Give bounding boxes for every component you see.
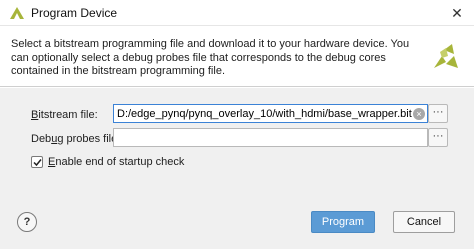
title-bar: Program Device ✕ bbox=[0, 0, 474, 26]
description-text: Select a bitstream programming file and … bbox=[11, 38, 410, 77]
debug-probes-file-input[interactable] bbox=[113, 128, 428, 147]
startup-check-label[interactable]: Enable end of startup check bbox=[48, 156, 184, 168]
help-icon: ? bbox=[23, 216, 31, 228]
startup-check-checkbox[interactable] bbox=[31, 156, 43, 168]
xilinx-logo-icon bbox=[434, 44, 458, 68]
checkmark-icon bbox=[33, 159, 42, 167]
clear-icon[interactable]: × bbox=[413, 108, 425, 120]
close-button[interactable]: ✕ bbox=[440, 0, 474, 26]
help-button[interactable]: ? bbox=[17, 212, 37, 232]
bitstream-file-label: Bitstream file: bbox=[31, 109, 98, 121]
vivado-logo-icon bbox=[10, 7, 24, 19]
bitstream-browse-button[interactable]: ··· bbox=[428, 104, 448, 123]
program-button[interactable]: Program bbox=[311, 211, 375, 233]
startup-label-rest: nable end of startup check bbox=[55, 156, 185, 168]
bitstream-label-rest: itstream file: bbox=[38, 109, 98, 121]
bitstream-file-input[interactable] bbox=[113, 104, 428, 123]
close-icon: ✕ bbox=[451, 4, 463, 21]
description-panel: Select a bitstream programming file and … bbox=[0, 27, 474, 87]
debug-probes-browse-button[interactable]: ··· bbox=[428, 128, 448, 147]
window-title: Program Device bbox=[31, 6, 118, 20]
debug-probes-file-label: Debug probes file: bbox=[31, 133, 120, 145]
cancel-button[interactable]: Cancel bbox=[393, 211, 455, 233]
debug-label-pre: Deb bbox=[31, 133, 52, 145]
debug-label-rest: g probes file: bbox=[57, 133, 121, 145]
